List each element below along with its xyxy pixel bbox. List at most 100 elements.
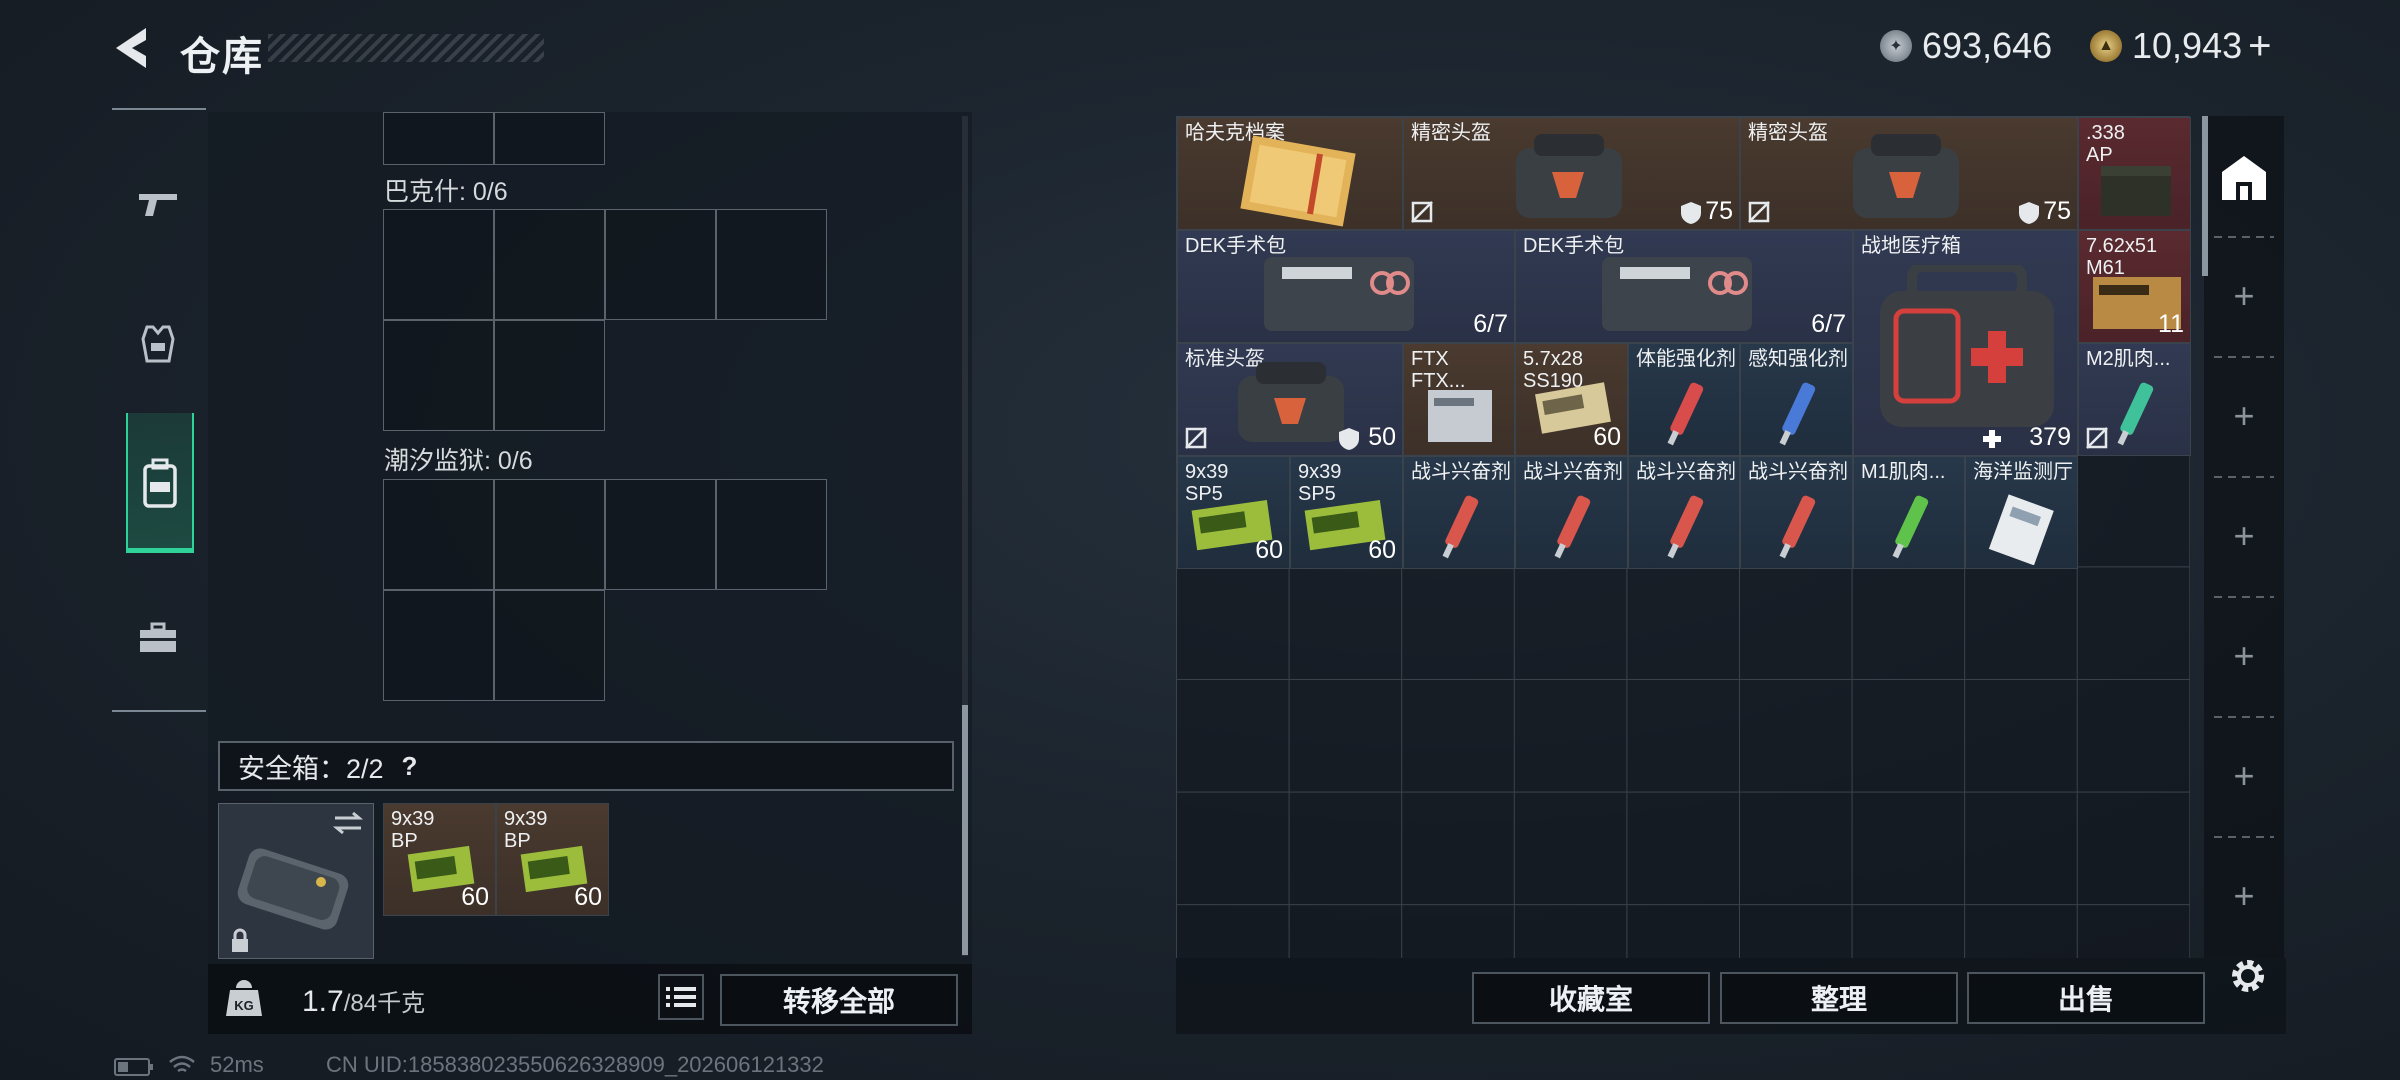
rail-divider-top <box>112 108 206 110</box>
helmet-bag-icon <box>1516 134 1622 218</box>
item-standard-helmet[interactable]: 标准头盔 50 <box>1177 343 1403 456</box>
section-label-bakesh: 巴克什: 0/6 <box>384 178 508 206</box>
item-ocean-monitoring[interactable]: 海洋监测厅 <box>1965 456 2078 569</box>
item-combat-stimulant[interactable]: 战斗兴奋剂 <box>1740 456 1853 569</box>
sell-button[interactable]: 出售 <box>1967 972 2205 1024</box>
safebox-container[interactable] <box>218 803 374 959</box>
add-icon: + <box>2233 875 2255 916</box>
item-precision-helmet[interactable]: 精密头盔 75 <box>1740 117 2078 230</box>
slot[interactable] <box>605 209 716 320</box>
slot[interactable] <box>494 320 605 431</box>
slot[interactable] <box>494 479 605 590</box>
add-icon: + <box>2233 635 2255 676</box>
add-icon: + <box>2233 275 2255 316</box>
item-name: 战斗兴奋剂 <box>1411 461 1511 483</box>
slot[interactable] <box>605 479 716 590</box>
swap-icon[interactable] <box>331 810 365 836</box>
item-field-medkit[interactable]: 战地医疗箱 379 <box>1853 230 2078 456</box>
tab-toolbox[interactable] <box>126 598 190 678</box>
item-perception-booster[interactable]: 感知强化剂 <box>1740 343 1853 456</box>
item-count: 60 <box>574 883 602 911</box>
surgery-kit-icon <box>1602 257 1752 331</box>
syringe-icon <box>1779 495 1816 559</box>
slot[interactable] <box>383 209 494 320</box>
stash-tab-add[interactable]: + <box>2204 836 2284 956</box>
weight-value: 1.7 <box>302 985 344 1018</box>
stash-tab-add[interactable]: + <box>2204 476 2284 596</box>
item-9x39-sp5[interactable]: 9x39 SP5 60 <box>1290 456 1403 569</box>
list-icon <box>666 987 696 1007</box>
stash-tab-add[interactable]: + <box>2204 716 2284 836</box>
item-stamina-booster[interactable]: 体能强化剂 <box>1628 343 1740 456</box>
item-count: 11 <box>2158 310 2184 338</box>
item-combat-stimulant[interactable]: 战斗兴奋剂 <box>1628 456 1740 569</box>
item-dek-surgery-kit[interactable]: DEK手术包 6/7 <box>1515 230 1853 343</box>
document-folder-icon <box>1240 135 1356 227</box>
section-label-tidal-prison: 潮汐监狱: 0/6 <box>384 447 533 475</box>
slot[interactable] <box>383 479 494 590</box>
stash-tab-add[interactable]: + <box>2204 236 2284 356</box>
safebox-item[interactable]: 9x39 BP 60 <box>496 803 609 916</box>
item-count: 60 <box>461 883 489 911</box>
item-dek-surgery-kit[interactable]: DEK手术包 6/7 <box>1177 230 1515 343</box>
battery-icon <box>114 1058 153 1076</box>
slot[interactable] <box>494 209 605 320</box>
slot[interactable] <box>383 112 494 165</box>
armor-icon <box>141 325 175 363</box>
item-hafk-archive[interactable]: 哈夫克档案 <box>1177 117 1403 230</box>
collection-room-button[interactable]: 收藏室 <box>1472 972 1710 1024</box>
item-9x39-sp5[interactable]: 9x39 SP5 60 <box>1177 456 1290 569</box>
item-name: 战地医疗箱 <box>1861 235 1961 257</box>
backpack-icon <box>143 458 177 508</box>
syringe-icon <box>1892 495 1929 559</box>
item-m2-muscle[interactable]: M2肌肉... <box>2078 343 2191 456</box>
stash-tab-add[interactable]: + <box>2204 596 2284 716</box>
item-name: M1肌肉... <box>1861 461 1946 483</box>
safebox-item[interactable]: 9x39 BP 60 <box>383 803 496 916</box>
shield-icon <box>1681 202 1701 224</box>
gold-amount: 10,943 <box>2132 25 2243 66</box>
item-count: 60 <box>1593 423 1621 451</box>
item-57x28-ss190[interactable]: 5.7x28 SS190 60 <box>1515 343 1628 456</box>
add-icon: + <box>2233 515 2255 556</box>
item-ftx[interactable]: FTX FTX... <box>1403 343 1515 456</box>
weight-max: /84千克 <box>343 990 426 1017</box>
slot[interactable] <box>383 320 494 431</box>
backpack-scrollbar[interactable] <box>962 705 968 955</box>
item-338-ap[interactable]: .338 AP <box>2078 117 2191 230</box>
transfer-all-button[interactable]: 转移全部 <box>720 974 958 1026</box>
toolbox-icon <box>140 622 176 652</box>
tab-backpack[interactable] <box>126 413 194 553</box>
item-precision-helmet[interactable]: 精密头盔 75 <box>1403 117 1740 230</box>
helmet-bag-icon <box>1238 362 1344 442</box>
slot[interactable] <box>716 479 827 590</box>
tab-weapons[interactable] <box>126 168 190 238</box>
stash-tab-add[interactable]: + <box>2204 356 2284 476</box>
safebox-label: 安全箱：2/2 <box>238 753 384 784</box>
item-combat-stimulant[interactable]: 战斗兴奋剂 <box>1403 456 1515 569</box>
item-combat-stimulant[interactable]: 战斗兴奋剂 <box>1515 456 1628 569</box>
item-m1-muscle[interactable]: M1肌肉... <box>1853 456 1965 569</box>
item-durability: 75 <box>2043 197 2071 225</box>
item-name: 海洋监测厅 <box>1973 461 2073 483</box>
shield-icon <box>1339 428 1359 450</box>
item-762x51-m61[interactable]: 7.62x51 M61 11 <box>2078 230 2191 343</box>
slot[interactable] <box>716 209 827 320</box>
slot[interactable] <box>494 112 605 165</box>
safebox-header: 安全箱：2/2 ? <box>218 741 954 791</box>
syringe-icon <box>1779 382 1816 446</box>
slot[interactable] <box>383 590 494 701</box>
slot[interactable] <box>494 590 605 701</box>
item-name: 精密头盔 <box>1748 122 1828 144</box>
help-icon[interactable]: ? <box>402 751 418 782</box>
add-currency-button[interactable]: + <box>2248 24 2271 69</box>
back-button[interactable] <box>108 22 158 74</box>
item-hp: 379 <box>2029 423 2071 451</box>
list-view-button[interactable] <box>658 974 704 1020</box>
gear-icon[interactable] <box>2226 954 2270 998</box>
keycard-icon <box>1988 494 2054 565</box>
ammo-crate-icon <box>2101 166 2171 216</box>
tab-armor[interactable] <box>126 308 190 378</box>
sort-button[interactable]: 整理 <box>1720 972 1958 1024</box>
stash-tab-main[interactable] <box>2204 118 2284 238</box>
